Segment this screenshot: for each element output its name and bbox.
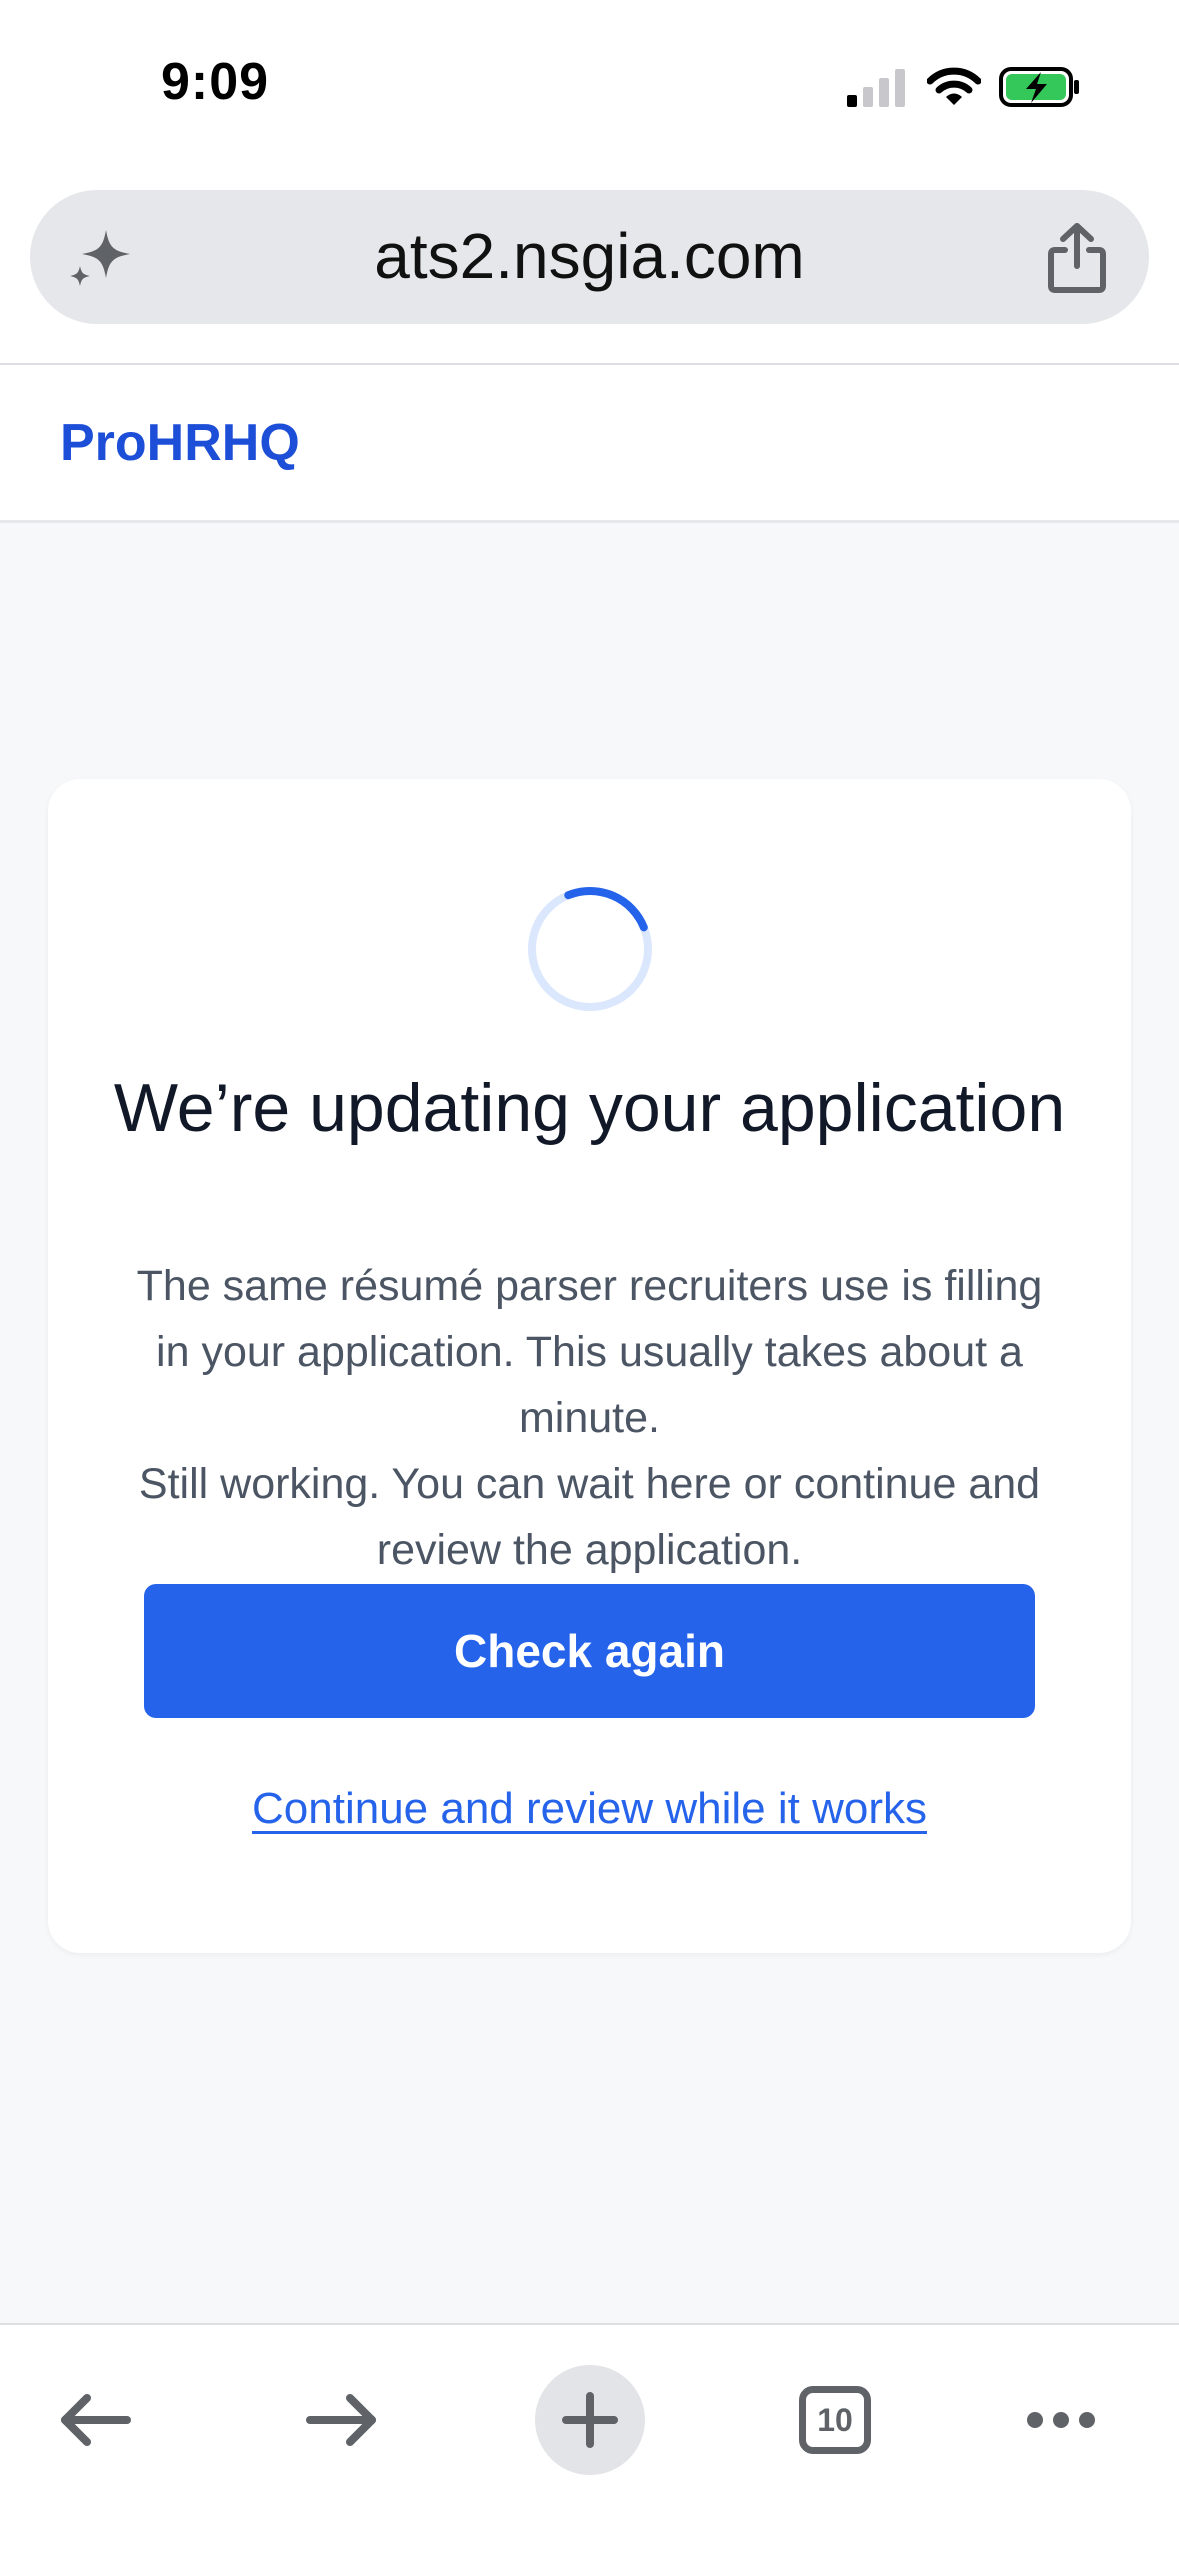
back-arrow-icon [61,2394,131,2446]
forward-button[interactable] [287,2365,397,2475]
status-icons [847,62,1081,112]
brand-logo-link[interactable]: ProHRHQ [60,413,300,473]
description-text: The same résumé parser recruiters use is… [136,1262,1043,1442]
share-icon[interactable] [1041,220,1113,296]
status-bar: 9:09 [0,0,1179,175]
status-card: We’re updating your application The same… [48,779,1131,1953]
page-title: We’re updating your application [113,1070,1066,1146]
new-tab-button[interactable] [535,2365,645,2475]
plus-icon [562,2392,618,2448]
forward-arrow-icon [306,2394,376,2446]
url-text[interactable]: ats2.nsgia.com [180,224,999,288]
status-time: 9:09 [160,53,270,111]
cellular-signal-icon [847,69,905,107]
back-button[interactable] [40,2365,150,2475]
loading-spinner-icon [528,887,652,1011]
tabs-icon: 10 [799,2386,871,2454]
battery-charging-icon [999,67,1079,107]
check-again-button[interactable]: Check again [144,1584,1035,1718]
tab-count: 10 [817,2401,853,2438]
continue-review-link[interactable]: Continue and review while it works [48,1784,1131,1834]
wifi-icon [927,67,981,105]
address-bar[interactable]: ats2.nsgia.com [30,190,1149,324]
tabs-button[interactable]: 10 [780,2365,890,2475]
sparkle-icon[interactable] [62,220,138,296]
more-icon [1027,2412,1095,2428]
status-text: Still working. You can wait here or cont… [138,1460,1041,1574]
more-button[interactable] [1006,2365,1116,2475]
browser-toolbar: 10 [0,2323,1179,2558]
site-header: ProHRHQ [0,365,1179,523]
